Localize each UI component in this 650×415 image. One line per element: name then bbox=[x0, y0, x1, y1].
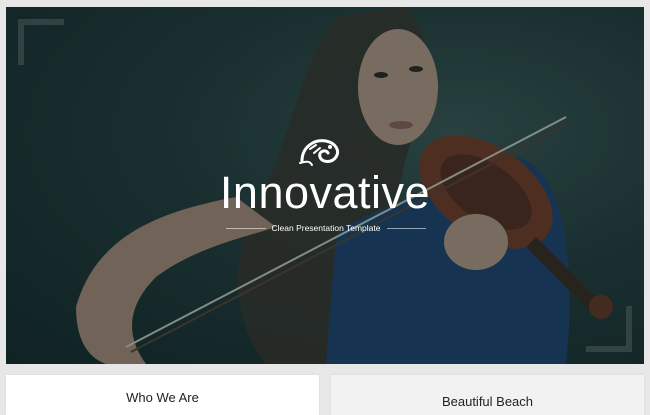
slide-thumbnail-beautiful-beach[interactable]: Beautiful Beach bbox=[331, 375, 644, 415]
card-title: Beautiful Beach bbox=[441, 394, 534, 409]
hero-slide[interactable]: Innovative Clean Presentation Template bbox=[6, 7, 644, 364]
subtitle-rule-left bbox=[226, 227, 266, 229]
subtitle-rule-right bbox=[386, 227, 426, 229]
corner-bracket-bottom-right bbox=[586, 306, 632, 352]
chameleon-logo-icon bbox=[299, 139, 340, 166]
slide-title: Innovative bbox=[219, 167, 431, 218]
slide-thumbnail-who-we-are[interactable]: Who We Are bbox=[6, 375, 319, 415]
subtitle-row: Clean Presentation Template bbox=[226, 221, 426, 235]
slide-subtitle: Clean Presentation Template bbox=[271, 223, 381, 233]
corner-bracket-top-left bbox=[18, 19, 64, 65]
